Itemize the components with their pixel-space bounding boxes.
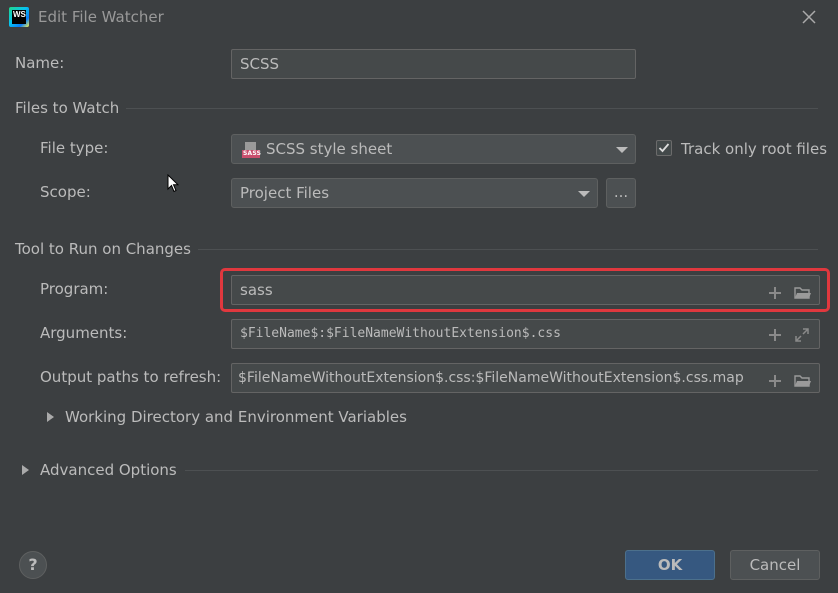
scope-value: Project Files bbox=[240, 184, 330, 202]
mouse-cursor-icon bbox=[167, 173, 180, 198]
add-macro-plus-icon[interactable] bbox=[767, 326, 783, 342]
program-label: Program: bbox=[40, 280, 109, 298]
chevron-down-icon bbox=[578, 191, 590, 197]
logo-text: WS bbox=[12, 10, 26, 24]
working-directory-toggle[interactable]: Working Directory and Environment Variab… bbox=[65, 408, 407, 426]
arguments-input[interactable]: $FileName$:$FileNameWithoutExtension$.cs… bbox=[231, 319, 820, 349]
sass-icon-text: SASS bbox=[243, 150, 262, 157]
arguments-label: Arguments: bbox=[40, 324, 128, 342]
advanced-options-separator bbox=[185, 470, 818, 471]
expand-arrow-icon[interactable] bbox=[22, 465, 29, 475]
title-bar: WS Edit File Watcher bbox=[0, 0, 838, 36]
program-value: sass bbox=[240, 281, 273, 299]
name-input[interactable]: SCSS bbox=[231, 49, 636, 79]
browse-folder-icon[interactable] bbox=[794, 282, 811, 299]
browse-folder-icon[interactable] bbox=[794, 370, 811, 387]
file-type-value: SCSS style sheet bbox=[266, 140, 393, 158]
add-macro-plus-icon[interactable] bbox=[767, 282, 783, 299]
tool-section-separator bbox=[198, 249, 818, 250]
program-input[interactable]: sass bbox=[231, 275, 820, 305]
ok-button[interactable]: OK bbox=[625, 550, 715, 580]
files-to-watch-title: Files to Watch bbox=[15, 99, 120, 117]
file-type-label: File type: bbox=[40, 139, 109, 157]
files-to-watch-separator bbox=[126, 108, 818, 109]
add-macro-plus-icon[interactable] bbox=[767, 370, 783, 387]
track-root-label[interactable]: Track only root files bbox=[681, 140, 827, 158]
checkmark-icon bbox=[658, 143, 670, 153]
webstorm-logo-icon: WS bbox=[9, 7, 29, 27]
track-root-checkbox[interactable] bbox=[656, 140, 672, 156]
close-icon[interactable] bbox=[800, 8, 818, 26]
tool-section-title: Tool to Run on Changes bbox=[15, 240, 191, 258]
expand-icon[interactable] bbox=[794, 326, 810, 342]
cancel-button[interactable]: Cancel bbox=[730, 550, 820, 580]
advanced-options-toggle[interactable]: Advanced Options bbox=[40, 461, 177, 479]
output-paths-input[interactable]: $FileNameWithoutExtension$.css:$FileName… bbox=[231, 363, 820, 393]
window-title: Edit File Watcher bbox=[38, 8, 164, 26]
scope-label: Scope: bbox=[40, 183, 91, 201]
help-button[interactable]: ? bbox=[19, 551, 47, 579]
output-paths-label: Output paths to refresh: bbox=[40, 368, 222, 386]
file-type-dropdown[interactable]: SASS SCSS style sheet bbox=[231, 134, 636, 164]
sass-file-icon: SASS bbox=[242, 142, 262, 158]
expand-arrow-icon[interactable] bbox=[47, 412, 54, 422]
name-label: Name: bbox=[15, 54, 65, 72]
output-paths-value: $FileNameWithoutExtension$.css:$FileName… bbox=[238, 370, 744, 386]
arguments-value: $FileName$:$FileNameWithoutExtension$.cs… bbox=[240, 326, 561, 341]
chevron-down-icon bbox=[616, 147, 628, 153]
scope-dropdown[interactable]: Project Files bbox=[231, 178, 598, 208]
scope-more-button[interactable]: ... bbox=[606, 178, 636, 208]
